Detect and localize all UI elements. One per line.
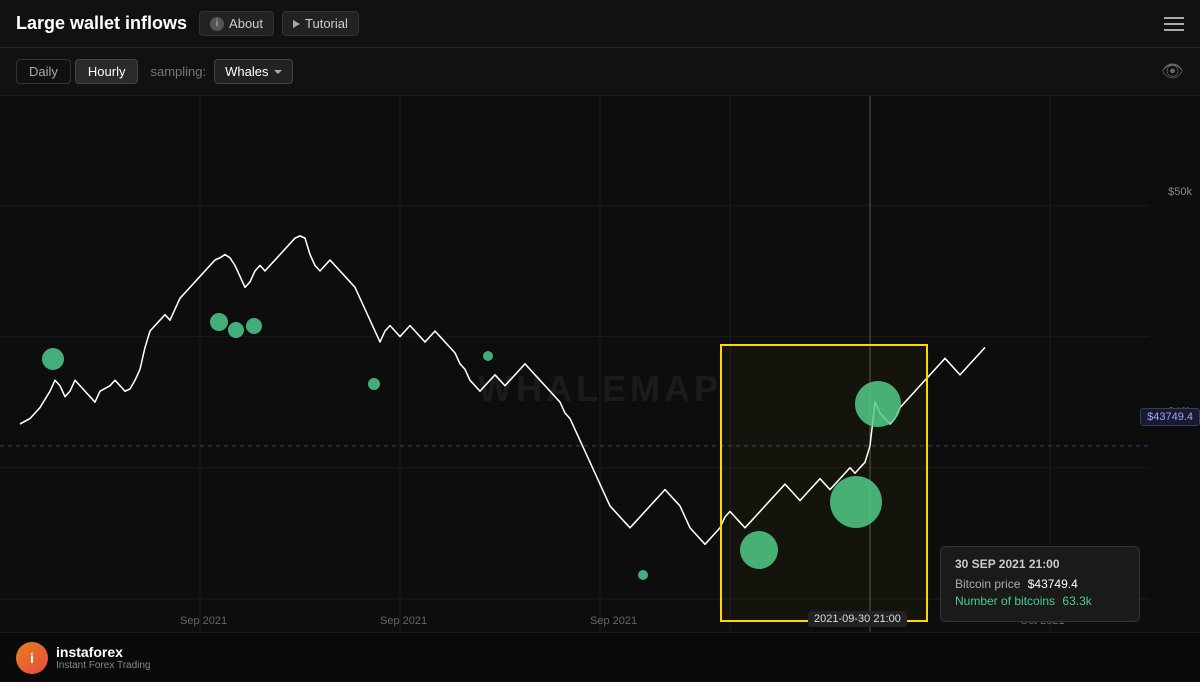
x-label-1: Sep 2021 xyxy=(180,615,227,627)
chart-area: WHALEMAP $50k $40k $43749.4 Sep 2021 Sep… xyxy=(0,96,1200,682)
tooltip-date: 30 SEP 2021 21:00 xyxy=(955,557,1125,571)
tooltip: 30 SEP 2021 21:00 Bitcoin price $43749.4… xyxy=(940,546,1140,622)
info-icon: i xyxy=(210,17,224,31)
whale-dot-1 xyxy=(42,348,64,370)
tooltip-btc-row: Number of bitcoins 63.3k xyxy=(955,594,1125,608)
whale-dot-7 xyxy=(638,570,648,580)
whale-dot-9 xyxy=(830,476,882,528)
header: Large wallet inflows i About Tutorial xyxy=(0,0,1200,48)
whale-dot-8 xyxy=(740,531,778,569)
brand-name: instaforex xyxy=(56,644,151,660)
toolbar: Daily Hourly sampling: Whales 👁 xyxy=(0,48,1200,96)
logo-icon: i xyxy=(16,642,48,674)
brand-tagline: Instant Forex Trading xyxy=(56,660,151,671)
whale-dot-5 xyxy=(368,378,380,390)
chevron-down-icon xyxy=(274,70,282,74)
x-label-2: Sep 2021 xyxy=(380,615,427,627)
logo: i instaforex Instant Forex Trading xyxy=(16,642,151,674)
price-tag: $43749.4 xyxy=(1140,408,1200,426)
whale-dot-2 xyxy=(210,313,228,331)
whale-dot-10 xyxy=(855,381,901,427)
page-title: Large wallet inflows xyxy=(16,13,187,34)
tab-daily[interactable]: Daily xyxy=(16,59,71,84)
x-label-3: Sep 2021 xyxy=(590,615,637,627)
whale-dot-3 xyxy=(228,322,244,338)
whale-dot-6 xyxy=(483,351,493,361)
play-icon xyxy=(293,20,300,28)
active-date-label: 2021-09-30 21:00 xyxy=(808,611,907,627)
tutorial-button[interactable]: Tutorial xyxy=(282,11,359,36)
y-label-50k: $50k xyxy=(1168,186,1192,198)
footer-bar: i instaforex Instant Forex Trading xyxy=(0,632,1200,682)
sampling-label: sampling: xyxy=(150,64,206,79)
whales-dropdown[interactable]: Whales xyxy=(214,59,293,84)
about-button[interactable]: i About xyxy=(199,11,274,36)
tooltip-price-row: Bitcoin price $43749.4 xyxy=(955,577,1125,591)
menu-button[interactable] xyxy=(1164,17,1184,31)
tab-hourly[interactable]: Hourly xyxy=(75,59,139,84)
visibility-toggle[interactable]: 👁 xyxy=(1161,61,1184,82)
whale-dot-4 xyxy=(246,318,262,334)
